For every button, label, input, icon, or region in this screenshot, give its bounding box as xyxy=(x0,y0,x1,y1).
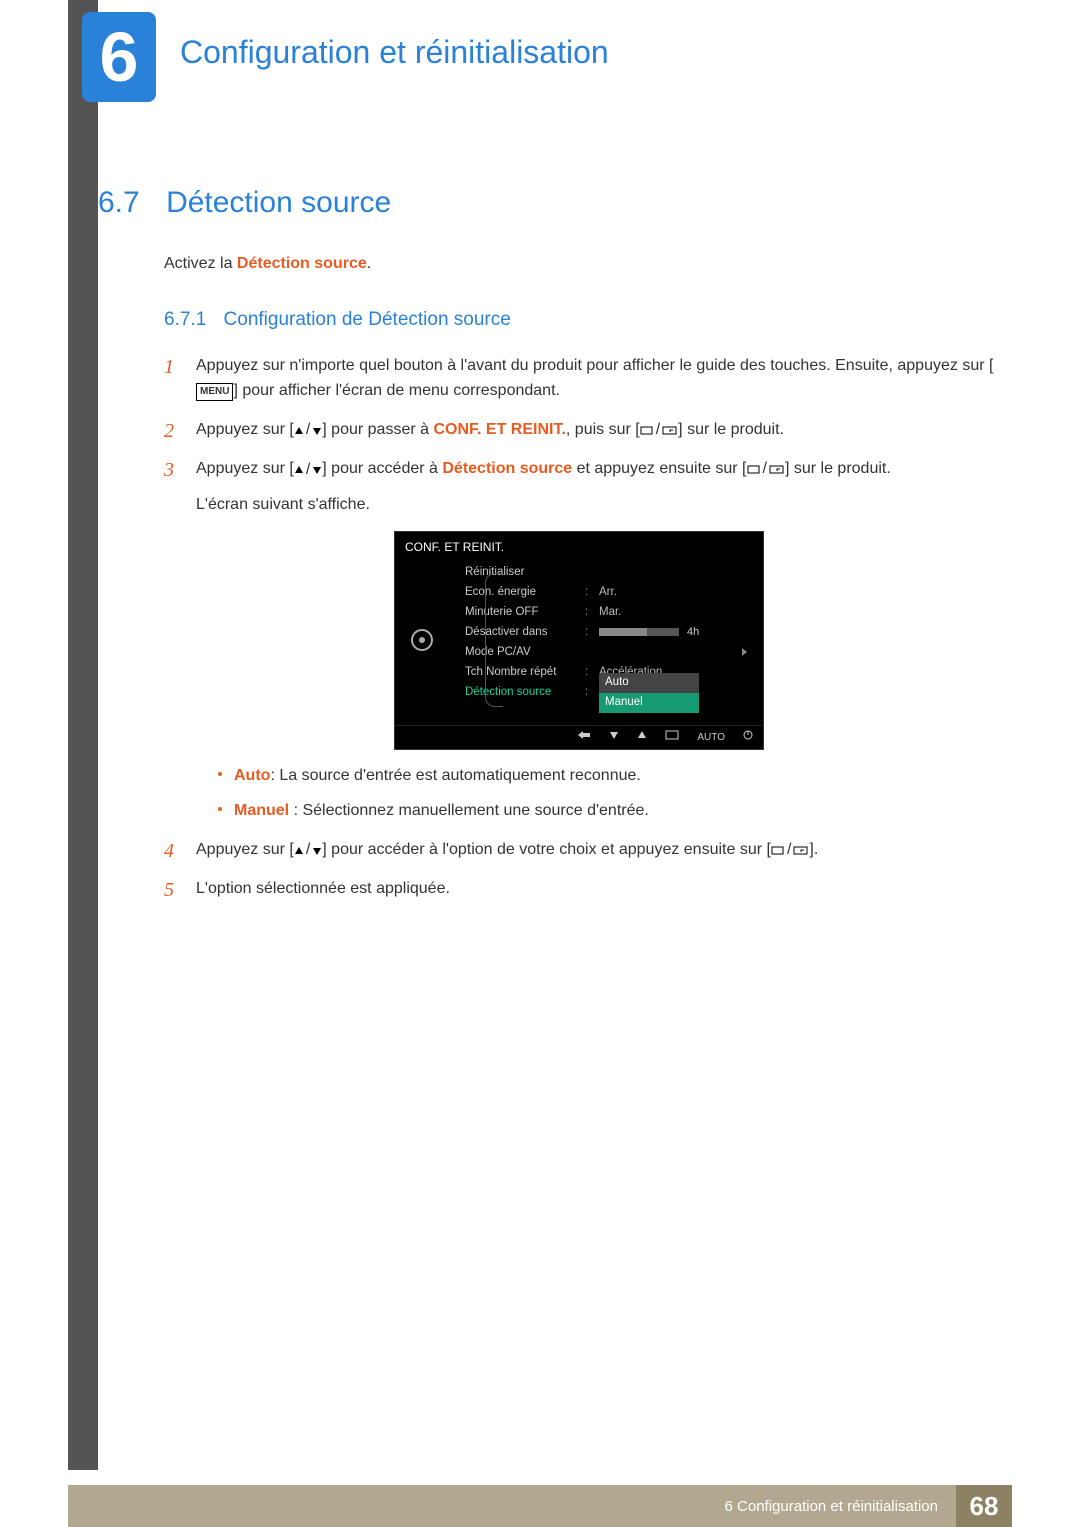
osd-option-auto: Auto xyxy=(599,673,699,693)
step3-text-a: Appuyez sur [ xyxy=(196,460,294,477)
osd-item-pcav: Mode PC/AV xyxy=(465,644,585,662)
step2-text-c: , puis sur [ xyxy=(566,421,640,438)
step3-highlight: Détection source xyxy=(442,460,572,477)
osd-option-manual: Manuel xyxy=(599,693,699,713)
step-number: 4 xyxy=(164,836,174,867)
osd-title: CONF. ET REINIT. xyxy=(395,532,763,563)
step-4: 4 Appuyez sur [/] pour accéder à l'optio… xyxy=(164,838,994,863)
intro-prefix: Activez la xyxy=(164,255,237,272)
osd-nav-bar: AUTO xyxy=(395,725,763,746)
bullet-auto-label: Auto xyxy=(234,767,270,784)
osd-panel: CONF. ET REINIT. Réinitialiser Econ. éne… xyxy=(394,531,764,750)
section-heading: 6.7 Détection source xyxy=(98,186,391,220)
step-number: 2 xyxy=(164,416,174,447)
bullet-manual-text: : Sélectionnez manuellement une source d… xyxy=(289,802,649,819)
back-icon xyxy=(577,730,591,746)
steps-list: 1 Appuyez sur n'importe quel bouton à l'… xyxy=(164,354,994,902)
auto-label: AUTO xyxy=(697,730,725,746)
page-footer: 6 Configuration et réinitialisation 68 xyxy=(68,1485,1012,1527)
up-icon xyxy=(637,730,647,746)
osd-dropdown: AutoManuel xyxy=(599,673,699,713)
subsection-title: Configuration de Détection source xyxy=(224,309,511,330)
step-2: 2 Appuyez sur [/] pour passer à CONF. ET… xyxy=(164,418,994,443)
bullet-manual-label: Manuel xyxy=(234,802,289,819)
osd-val-disable: 4h xyxy=(599,624,753,642)
section-title: Détection source xyxy=(166,186,391,219)
step-3: 3 Appuyez sur [/] pour accéder à Détecti… xyxy=(164,457,994,823)
step-number: 5 xyxy=(164,875,174,906)
step4-text-b: ] pour accéder à l'option de votre choix… xyxy=(322,841,771,858)
osd-item-source-detect: Détection source xyxy=(465,684,585,702)
osd-val-energy: Arr. xyxy=(599,584,753,602)
intro-line: Activez la Détection source. xyxy=(164,252,994,277)
step4-text-c: ]. xyxy=(809,841,818,858)
subsection-number: 6.7.1 xyxy=(164,309,206,330)
section-number: 6.7 xyxy=(98,186,140,219)
down-icon xyxy=(609,730,619,746)
osd-item-disable: Désactiver dans xyxy=(465,624,585,642)
osd-item-repeat: Tch Nombre répét xyxy=(465,664,585,682)
osd-menu-list: Réinitialiser Econ. énergie:Arr. Minuter… xyxy=(443,563,757,717)
intro-highlight: Détection source xyxy=(237,255,367,272)
chapter-number-badge: 6 xyxy=(82,12,156,102)
chevron-right-icon xyxy=(742,648,747,656)
step3-text-b: ] pour accéder à xyxy=(322,460,442,477)
step2-text-b: ] pour passer à xyxy=(322,421,433,438)
select-enter-icon: / xyxy=(771,838,809,863)
step4-text-a: Appuyez sur [ xyxy=(196,841,294,858)
power-icon xyxy=(743,730,753,746)
content-area: Activez la Détection source. 6.7.1 Confi… xyxy=(164,252,994,916)
intro-suffix: . xyxy=(367,255,371,272)
step5-text: L'option sélectionnée est appliquée. xyxy=(196,880,450,897)
osd-item-reset: Réinitialiser xyxy=(465,564,585,582)
gear-icon xyxy=(411,629,433,651)
osd-item-energy: Econ. énergie xyxy=(465,584,585,602)
osd-val-timeroff: Mar. xyxy=(599,604,753,622)
left-sidebar-stripe xyxy=(68,0,98,1470)
osd-screenshot: CONF. ET REINIT. Réinitialiser Econ. éne… xyxy=(164,531,994,750)
step2-text-a: Appuyez sur [ xyxy=(196,421,294,438)
step3-text-c: et appuyez ensuite sur [ xyxy=(572,460,746,477)
step-5: 5 L'option sélectionnée est appliquée. xyxy=(164,877,994,902)
up-down-icon: / xyxy=(294,418,322,443)
osd-item-timeroff: Minuterie OFF xyxy=(465,604,585,622)
select-enter-icon: / xyxy=(640,418,678,443)
enter-icon xyxy=(665,730,679,746)
step2-text-d: ] sur le produit. xyxy=(678,421,784,438)
chapter-title: Configuration et réinitialisation xyxy=(180,34,609,71)
up-down-icon: / xyxy=(294,838,322,863)
step1-text-a: Appuyez sur n'importe quel bouton à l'av… xyxy=(196,357,993,374)
select-enter-icon: / xyxy=(747,457,785,482)
step-1: 1 Appuyez sur n'importe quel bouton à l'… xyxy=(164,354,994,404)
subsection-heading: 6.7.1 Configuration de Détection source xyxy=(164,305,994,334)
bullet-manual: Manuel : Sélectionnez manuellement une s… xyxy=(218,799,994,824)
bullet-auto-text: : La source d'entrée est automatiquement… xyxy=(270,767,640,784)
step2-highlight: CONF. ET REINIT. xyxy=(433,421,565,438)
bullet-auto: Auto: La source d'entrée est automatique… xyxy=(218,764,994,789)
up-down-icon: / xyxy=(294,458,322,483)
step-number: 1 xyxy=(164,352,174,383)
step3-followup: L'écran suivant s'affiche. xyxy=(196,493,994,518)
footer-text: 6 Configuration et réinitialisation xyxy=(707,1485,956,1527)
osd-icon-column xyxy=(401,563,443,717)
menu-button-icon: MENU xyxy=(196,383,233,401)
footer-page-number: 68 xyxy=(956,1485,1012,1527)
chapter-number: 6 xyxy=(100,22,139,92)
options-bullets: Auto: La source d'entrée est automatique… xyxy=(218,764,994,824)
step1-text-b: ] pour afficher l'écran de menu correspo… xyxy=(233,382,560,399)
step3-text-d: ] sur le produit. xyxy=(785,460,891,477)
step-number: 3 xyxy=(164,455,174,486)
